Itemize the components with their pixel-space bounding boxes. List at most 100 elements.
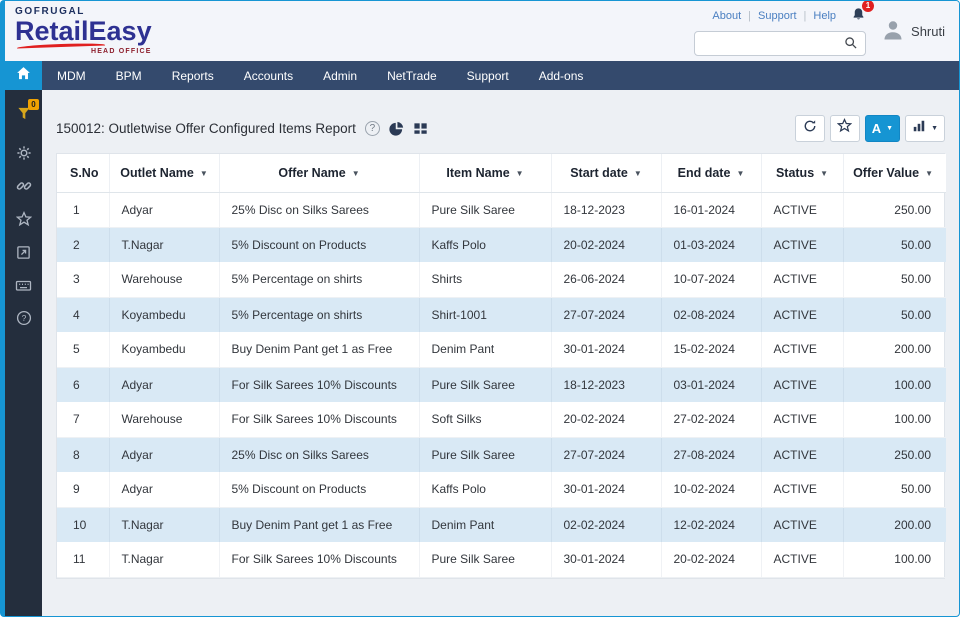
sort-caret-icon: ▼ [736, 169, 744, 178]
nav-item-nettrade[interactable]: NetTrade [372, 61, 452, 90]
cell-offer-name: 5% Percentage on shirts [219, 262, 419, 297]
cell-status: ACTIVE [761, 507, 843, 542]
cell-offer-value: 200.00 [843, 507, 946, 542]
shortcuts-button[interactable] [5, 271, 42, 304]
column-label: Item Name [446, 166, 509, 180]
chevron-down-icon: ▼ [931, 125, 938, 132]
column-header-s-no[interactable]: S.No [57, 154, 109, 192]
refresh-button[interactable] [795, 115, 825, 142]
sort-caret-icon: ▼ [200, 169, 208, 178]
about-link[interactable]: About [712, 10, 741, 22]
filter-button[interactable]: 0 [5, 99, 42, 132]
nav-item-add-ons[interactable]: Add-ons [524, 61, 599, 90]
cell-status: ACTIVE [761, 437, 843, 472]
table-row[interactable]: 11T.NagarFor Silk Sarees 10% DiscountsPu… [57, 542, 946, 577]
nav-item-reports[interactable]: Reports [157, 61, 229, 90]
sort-caret-icon: ▼ [634, 169, 642, 178]
cell-end-date: 16-01-2024 [661, 192, 761, 227]
table-row[interactable]: 8Adyar25% Disc on Silks SareesPure Silk … [57, 437, 946, 472]
cell-sno: 8 [57, 437, 109, 472]
cell-offer-value: 50.00 [843, 227, 946, 262]
cell-start-date: 27-07-2024 [551, 437, 661, 472]
cell-outlet-name: T.Nagar [109, 227, 219, 262]
cell-outlet-name: Adyar [109, 437, 219, 472]
cell-item-name: Kaffs Polo [419, 472, 551, 507]
table-row[interactable]: 4Koyambedu5% Percentage on shirtsShirt-1… [57, 297, 946, 332]
column-header-outlet-name[interactable]: Outlet Name▼ [109, 154, 219, 192]
table-row[interactable]: 7WarehouseFor Silk Sarees 10% DiscountsS… [57, 402, 946, 437]
user-avatar-icon [882, 19, 904, 43]
table-body: 1Adyar25% Disc on Silks SareesPure Silk … [57, 192, 946, 577]
slides-grid-icon[interactable] [413, 121, 428, 136]
table-row[interactable]: 1Adyar25% Disc on Silks SareesPure Silk … [57, 192, 946, 227]
cell-outlet-name: Adyar [109, 472, 219, 507]
column-header-start-date[interactable]: Start date▼ [551, 154, 661, 192]
column-header-status[interactable]: Status▼ [761, 154, 843, 192]
nav-item-mdm[interactable]: MDM [42, 61, 101, 90]
nav-item-admin[interactable]: Admin [308, 61, 372, 90]
star-outline-icon [837, 118, 852, 138]
cell-offer-name: For Silk Sarees 10% Discounts [219, 367, 419, 402]
cell-offer-name: 25% Disc on Silks Sarees [219, 437, 419, 472]
table-row[interactable]: 5KoyambeduBuy Denim Pant get 1 as FreeDe… [57, 332, 946, 367]
sort-caret-icon: ▼ [516, 169, 524, 178]
global-search [694, 31, 866, 56]
table-row[interactable]: 2T.Nagar5% Discount on ProductsKaffs Pol… [57, 227, 946, 262]
cell-offer-name: 25% Disc on Silks Sarees [219, 192, 419, 227]
notifications-button[interactable]: 1 [851, 7, 866, 25]
favorites-button[interactable] [5, 205, 42, 238]
column-header-end-date[interactable]: End date▼ [661, 154, 761, 192]
user-menu[interactable]: Shruti [882, 19, 945, 43]
cell-offer-name: 5% Discount on Products [219, 472, 419, 507]
report-help-icon[interactable]: ? [365, 121, 380, 136]
left-sidebar: 0 [5, 90, 42, 616]
cell-sno: 5 [57, 332, 109, 367]
product-name: RetailEasy [15, 18, 152, 48]
table-row[interactable]: 3Warehouse5% Percentage on shirtsShirts2… [57, 262, 946, 297]
pie-chart-icon[interactable] [389, 121, 404, 136]
cell-sno: 4 [57, 297, 109, 332]
column-header-offer-value[interactable]: Offer Value▼ [843, 154, 946, 192]
cell-start-date: 20-02-2024 [551, 402, 661, 437]
navbar-items: MDMBPMReportsAccountsAdminNetTradeSuppor… [42, 61, 598, 90]
export-button[interactable] [5, 238, 42, 271]
global-search-input[interactable] [695, 36, 844, 50]
table-row[interactable]: 10T.NagarBuy Denim Pant get 1 as FreeDen… [57, 507, 946, 542]
settings-button[interactable] [5, 139, 42, 172]
table-row[interactable]: 9Adyar5% Discount on ProductsKaffs Polo3… [57, 472, 946, 507]
chart-view-button[interactable]: ▼ [905, 115, 945, 142]
home-button[interactable] [5, 61, 42, 90]
favorite-report-button[interactable] [830, 115, 860, 142]
svg-text:?: ? [21, 313, 26, 323]
header-links: About | Support | Help 1 [712, 7, 866, 25]
keyboard-icon [15, 278, 32, 298]
cell-end-date: 10-07-2024 [661, 262, 761, 297]
cell-status: ACTIVE [761, 542, 843, 577]
column-label: Offer Value [853, 166, 919, 180]
gear-icon [16, 145, 32, 166]
text-view-button[interactable]: A ▼ [865, 115, 900, 142]
help-link[interactable]: Help [813, 10, 836, 22]
link-icon [16, 178, 32, 199]
cell-item-name: Denim Pant [419, 507, 551, 542]
nav-item-support[interactable]: Support [452, 61, 524, 90]
sort-caret-icon: ▼ [820, 169, 828, 178]
help-button[interactable]: ? [5, 304, 42, 337]
cell-offer-value: 100.00 [843, 402, 946, 437]
nav-item-bpm[interactable]: BPM [101, 61, 157, 90]
cell-status: ACTIVE [761, 472, 843, 507]
support-link[interactable]: Support [758, 10, 797, 22]
column-header-offer-name[interactable]: Offer Name▼ [219, 154, 419, 192]
cell-outlet-name: Koyambedu [109, 332, 219, 367]
notification-badge: 1 [862, 0, 874, 12]
cell-outlet-name: T.Nagar [109, 507, 219, 542]
cell-end-date: 10-02-2024 [661, 472, 761, 507]
links-button[interactable] [5, 172, 42, 205]
column-header-item-name[interactable]: Item Name ▼ [419, 154, 551, 192]
search-icon[interactable] [844, 36, 865, 50]
nav-item-accounts[interactable]: Accounts [229, 61, 308, 90]
report-main: 150012: Outletwise Offer Configured Item… [42, 90, 959, 616]
cell-status: ACTIVE [761, 332, 843, 367]
cell-end-date: 02-08-2024 [661, 297, 761, 332]
table-row[interactable]: 6AdyarFor Silk Sarees 10% DiscountsPure … [57, 367, 946, 402]
